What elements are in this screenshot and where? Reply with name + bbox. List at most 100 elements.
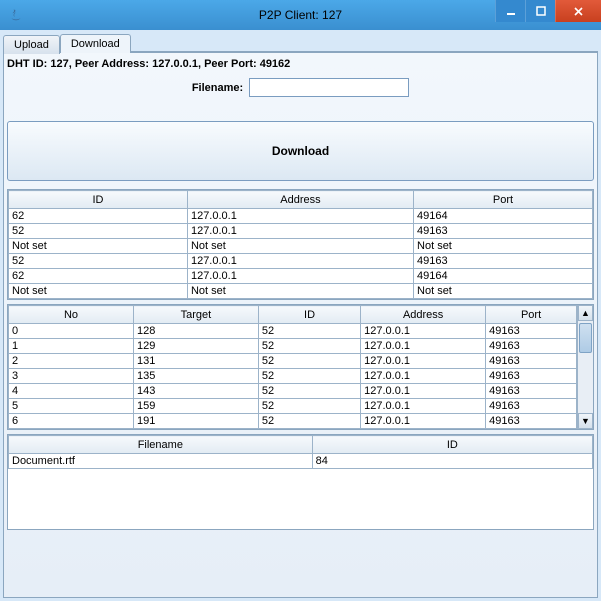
route-scrollbar[interactable]: ▲ ▼: [577, 305, 593, 429]
cell-port[interactable]: 49163: [486, 354, 577, 369]
app-window: P2P Client: 127 Upload Download DHT ID: …: [0, 0, 601, 601]
cell-id[interactable]: 62: [9, 269, 188, 284]
table-row[interactable]: Not setNot setNot set: [9, 284, 593, 299]
cell-port[interactable]: 49163: [486, 414, 577, 429]
cell-port[interactable]: Not set: [414, 239, 593, 254]
cell-address[interactable]: 127.0.0.1: [187, 224, 413, 239]
cell-target[interactable]: 191: [133, 414, 258, 429]
col-port[interactable]: Port: [414, 191, 593, 209]
col-no[interactable]: No: [9, 306, 134, 324]
cell-no[interactable]: 3: [9, 369, 134, 384]
cell-no[interactable]: 5: [9, 399, 134, 414]
cell-id[interactable]: 52: [258, 384, 360, 399]
cell-port[interactable]: 49163: [486, 399, 577, 414]
scroll-thumb[interactable]: [579, 323, 592, 353]
cell-port[interactable]: 49163: [486, 369, 577, 384]
col-rid[interactable]: ID: [258, 306, 360, 324]
table-row[interactable]: 52127.0.0.149163: [9, 254, 593, 269]
cell-target[interactable]: 129: [133, 339, 258, 354]
tab-download[interactable]: Download: [60, 34, 131, 53]
cell-id[interactable]: 52: [258, 369, 360, 384]
table-row[interactable]: 515952127.0.0.149163: [9, 399, 577, 414]
cell-address[interactable]: 127.0.0.1: [361, 414, 486, 429]
table-row[interactable]: 62127.0.0.149164: [9, 209, 593, 224]
cell-address[interactable]: Not set: [187, 284, 413, 299]
cell-no[interactable]: 0: [9, 324, 134, 339]
cell-target[interactable]: 128: [133, 324, 258, 339]
tab-upload[interactable]: Upload: [3, 35, 60, 54]
col-target[interactable]: Target: [133, 306, 258, 324]
table-row[interactable]: 313552127.0.0.149163: [9, 369, 577, 384]
col-address[interactable]: Address: [187, 191, 413, 209]
maximize-button[interactable]: [525, 0, 555, 22]
cell-no[interactable]: 2: [9, 354, 134, 369]
table-row[interactable]: 112952127.0.0.149163: [9, 339, 577, 354]
cell-target[interactable]: 143: [133, 384, 258, 399]
cell-no[interactable]: 4: [9, 384, 134, 399]
cell-id[interactable]: 52: [258, 354, 360, 369]
cell-target[interactable]: 131: [133, 354, 258, 369]
scroll-up-button[interactable]: ▲: [578, 305, 593, 321]
cell-target[interactable]: 135: [133, 369, 258, 384]
download-panel: DHT ID: 127, Peer Address: 127.0.0.1, Pe…: [3, 52, 598, 598]
cell-address[interactable]: 127.0.0.1: [361, 339, 486, 354]
table-row[interactable]: 414352127.0.0.149163: [9, 384, 577, 399]
col-filename[interactable]: Filename: [9, 436, 313, 454]
cell-filename[interactable]: Document.rtf: [9, 454, 313, 469]
cell-target[interactable]: 159: [133, 399, 258, 414]
minimize-button[interactable]: [495, 0, 525, 22]
table-row[interactable]: 012852127.0.0.149163: [9, 324, 577, 339]
table-row[interactable]: 213152127.0.0.149163: [9, 354, 577, 369]
cell-id[interactable]: 52: [258, 339, 360, 354]
cell-no[interactable]: 1: [9, 339, 134, 354]
cell-port[interactable]: 49164: [414, 209, 593, 224]
cell-id[interactable]: 52: [258, 414, 360, 429]
cell-port[interactable]: 49163: [414, 254, 593, 269]
cell-port[interactable]: Not set: [414, 284, 593, 299]
cell-id[interactable]: 52: [258, 399, 360, 414]
scroll-down-button[interactable]: ▼: [578, 413, 593, 429]
cell-id[interactable]: 84: [312, 454, 592, 469]
download-button[interactable]: Download: [7, 121, 594, 181]
col-raddress[interactable]: Address: [361, 306, 486, 324]
table-row[interactable]: Document.rtf84: [9, 454, 593, 469]
cell-id[interactable]: Not set: [9, 239, 188, 254]
cell-address[interactable]: 127.0.0.1: [361, 399, 486, 414]
cell-port[interactable]: 49164: [414, 269, 593, 284]
cell-address[interactable]: 127.0.0.1: [361, 354, 486, 369]
scroll-track[interactable]: [578, 321, 593, 413]
cell-address[interactable]: 127.0.0.1: [187, 254, 413, 269]
cell-id[interactable]: 52: [9, 254, 188, 269]
files-table: Filename ID Document.rtf84: [8, 435, 593, 469]
route-table-wrap: No Target ID Address Port 012852127.0.0.…: [7, 304, 594, 430]
filename-label: Filename:: [192, 82, 243, 94]
cell-id[interactable]: 52: [258, 324, 360, 339]
cell-id[interactable]: Not set: [9, 284, 188, 299]
close-button[interactable]: [555, 0, 601, 22]
cell-id[interactable]: 62: [9, 209, 188, 224]
col-id[interactable]: ID: [9, 191, 188, 209]
table-row[interactable]: 62127.0.0.149164: [9, 269, 593, 284]
route-table: No Target ID Address Port 012852127.0.0.…: [8, 305, 577, 429]
cell-port[interactable]: 49163: [486, 324, 577, 339]
cell-address[interactable]: 127.0.0.1: [361, 324, 486, 339]
col-fid[interactable]: ID: [312, 436, 592, 454]
window-title: P2P Client: 127: [259, 8, 342, 22]
cell-address[interactable]: 127.0.0.1: [361, 369, 486, 384]
cell-port[interactable]: 49163: [486, 384, 577, 399]
cell-address[interactable]: 127.0.0.1: [187, 269, 413, 284]
filename-input[interactable]: [249, 78, 409, 97]
cell-id[interactable]: 52: [9, 224, 188, 239]
table-row[interactable]: Not setNot setNot set: [9, 239, 593, 254]
dht-info: DHT ID: 127, Peer Address: 127.0.0.1, Pe…: [7, 56, 594, 72]
cell-port[interactable]: 49163: [486, 339, 577, 354]
cell-address[interactable]: Not set: [187, 239, 413, 254]
cell-port[interactable]: 49163: [414, 224, 593, 239]
col-rport[interactable]: Port: [486, 306, 577, 324]
cell-address[interactable]: 127.0.0.1: [361, 384, 486, 399]
window-buttons: [495, 0, 601, 22]
table-row[interactable]: 52127.0.0.149163: [9, 224, 593, 239]
table-row[interactable]: 619152127.0.0.149163: [9, 414, 577, 429]
cell-address[interactable]: 127.0.0.1: [187, 209, 413, 224]
cell-no[interactable]: 6: [9, 414, 134, 429]
